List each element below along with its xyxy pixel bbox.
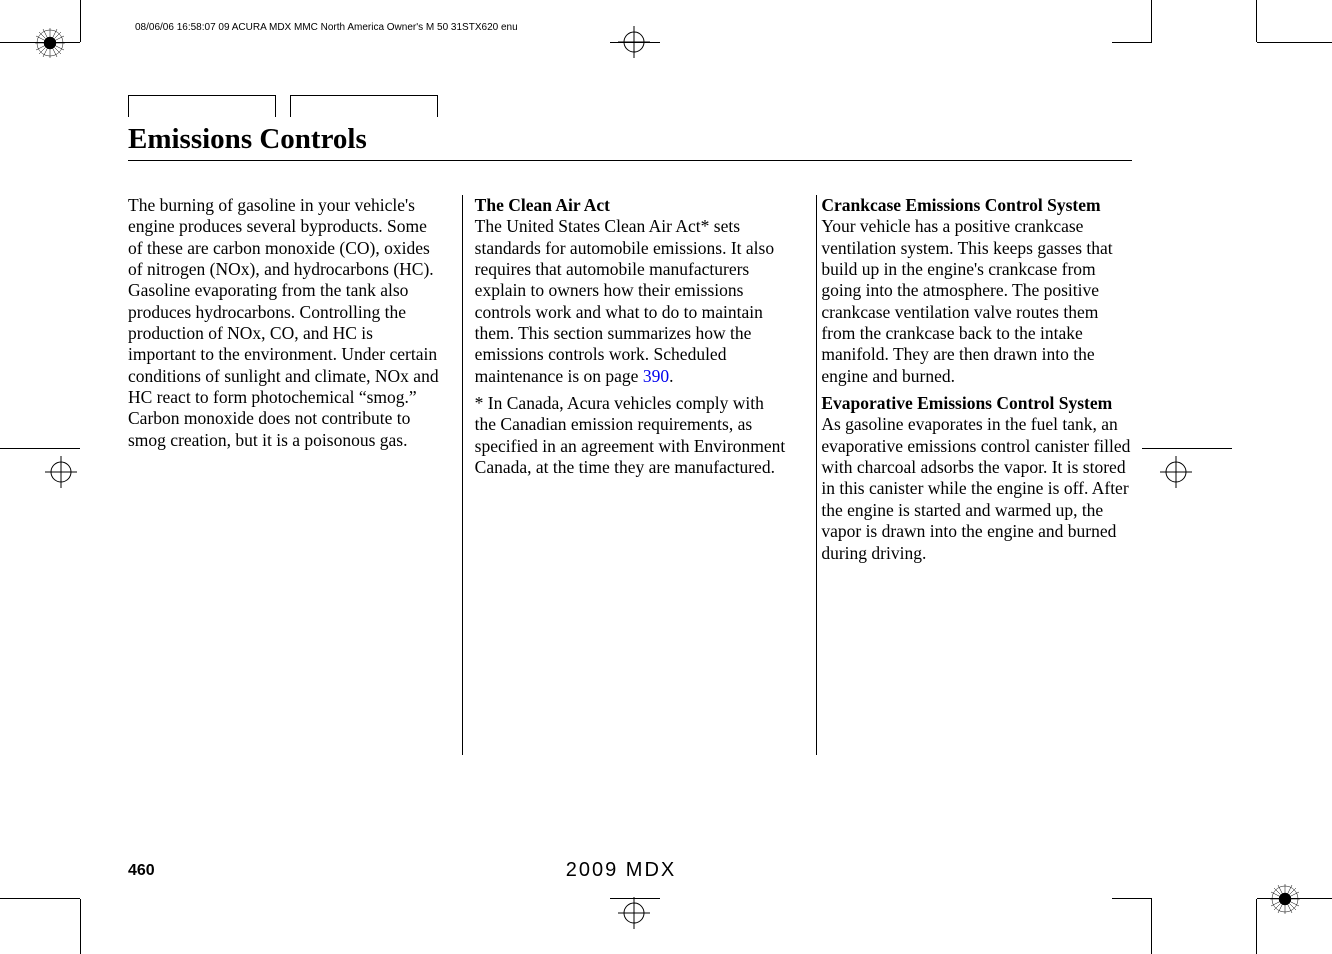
crop-mark bbox=[80, 899, 81, 954]
body-paragraph: Crankcase Emissions Control SystemYour v… bbox=[821, 195, 1132, 387]
tab-box bbox=[290, 95, 438, 117]
body-columns: The burning of gasoline in your vehicle'… bbox=[128, 195, 1132, 570]
crosshair-icon bbox=[1160, 456, 1192, 488]
column-2: The Clean Air ActThe United States Clean… bbox=[457, 195, 804, 570]
column-3: Crankcase Emissions Control SystemYour v… bbox=[803, 195, 1132, 570]
crop-mark bbox=[1257, 42, 1332, 43]
tab-boxes bbox=[128, 95, 438, 117]
section-title: Emissions Controls bbox=[128, 123, 367, 156]
footer-model-year: 2009 MDX bbox=[0, 859, 1242, 882]
crop-mark bbox=[80, 0, 81, 42]
crop-mark bbox=[1256, 899, 1257, 954]
tab-box bbox=[128, 95, 276, 117]
body-text: As gasoline evaporates in the fuel tank,… bbox=[821, 414, 1130, 562]
crosshair-icon bbox=[618, 26, 650, 58]
horizontal-rule bbox=[128, 160, 1132, 161]
page-link[interactable]: 390 bbox=[643, 366, 669, 386]
body-text: . bbox=[669, 366, 673, 386]
crop-mark bbox=[1151, 899, 1152, 954]
header-metadata: 08/06/06 16:58:07 09 ACURA MDX MMC North… bbox=[135, 22, 518, 33]
registration-mark-icon bbox=[35, 28, 65, 58]
column-1: The burning of gasoline in your vehicle'… bbox=[128, 195, 457, 570]
subheading: The Clean Air Act bbox=[475, 195, 610, 215]
subheading: Evaporative Emissions Control System bbox=[821, 393, 1112, 413]
crosshair-icon bbox=[45, 456, 77, 488]
body-paragraph: The burning of gasoline in your vehicle'… bbox=[128, 195, 439, 451]
body-paragraph: Evaporative Emissions Control SystemAs g… bbox=[821, 393, 1132, 564]
crop-mark bbox=[1151, 0, 1152, 42]
crosshair-icon bbox=[618, 897, 650, 929]
crop-mark bbox=[1112, 42, 1152, 43]
crop-mark bbox=[0, 898, 80, 899]
registration-mark-icon bbox=[1270, 884, 1300, 914]
crop-mark bbox=[1142, 448, 1232, 449]
body-text: In Canada, Acura vehicles comply with th… bbox=[475, 393, 786, 477]
body-text: Your vehicle has a positive crankcase ve… bbox=[821, 216, 1112, 385]
body-paragraph: The Clean Air ActThe United States Clean… bbox=[475, 195, 786, 387]
body-paragraph: * In Canada, Acura vehicles comply with … bbox=[475, 393, 786, 478]
body-text: The United States Clean Air Act bbox=[475, 216, 701, 236]
subheading: Crankcase Emissions Control System bbox=[821, 195, 1100, 215]
crop-mark bbox=[0, 448, 80, 449]
body-text: sets standards for automobile emissions.… bbox=[475, 216, 774, 385]
crop-mark bbox=[1256, 0, 1257, 42]
crop-mark bbox=[1112, 898, 1152, 899]
